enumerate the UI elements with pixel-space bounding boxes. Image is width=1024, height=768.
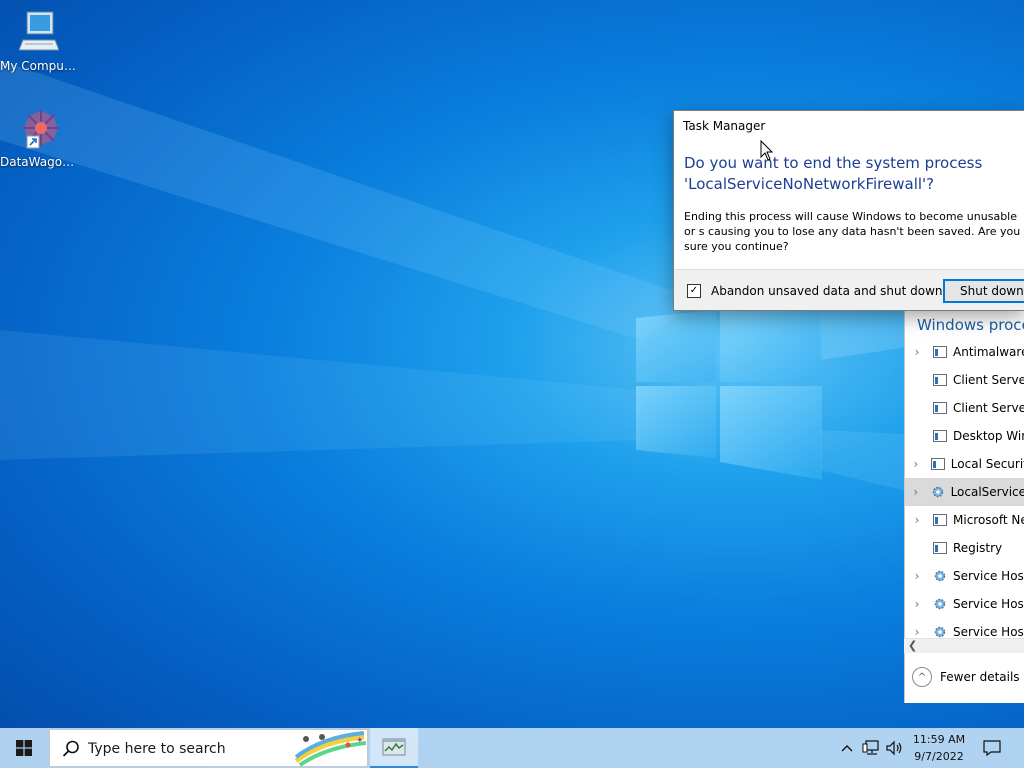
svg-text:✦: ✦ bbox=[356, 736, 364, 746]
process-name: Microsoft Ne bbox=[953, 513, 1024, 527]
process-row[interactable]: › Service Host: bbox=[905, 562, 1024, 590]
chevron-up-icon: ^ bbox=[912, 667, 932, 687]
process-name: Local Security bbox=[950, 457, 1024, 471]
section-title-windows-processes: Windows proce bbox=[917, 316, 1024, 334]
clock-date: 9/7/2022 bbox=[914, 750, 964, 763]
fewer-details-label: Fewer details bbox=[940, 670, 1020, 684]
process-row[interactable]: Registry bbox=[905, 534, 1024, 562]
window-icon bbox=[933, 514, 947, 526]
process-name: Client Server bbox=[953, 373, 1024, 387]
expand-chevron-icon[interactable]: › bbox=[905, 597, 929, 611]
process-row[interactable]: › Microsoft Ne bbox=[905, 506, 1024, 534]
expand-chevron-icon[interactable]: › bbox=[905, 625, 929, 639]
search-placeholder: Type here to search bbox=[88, 741, 226, 757]
expand-chevron-icon[interactable]: › bbox=[905, 345, 929, 359]
taskbar-clock[interactable]: 11:59 AM 9/7/2022 bbox=[905, 731, 973, 765]
process-row[interactable]: › Antimalware bbox=[905, 338, 1024, 366]
taskbar-search-box[interactable]: Type here to search ✦ bbox=[49, 729, 368, 767]
window-icon bbox=[933, 542, 947, 554]
window-icon bbox=[933, 374, 947, 386]
mouse-cursor-icon bbox=[760, 140, 774, 161]
volume-tray-button[interactable] bbox=[884, 728, 906, 768]
task-manager-icon bbox=[382, 738, 406, 756]
desktop-icon-label: DataWagon... bbox=[0, 155, 78, 169]
dialog-footer: ✓ Abandon unsaved data and shut down. Sh… bbox=[674, 269, 1024, 310]
expand-chevron-icon[interactable]: › bbox=[905, 569, 929, 583]
speaker-icon bbox=[886, 740, 902, 756]
gear-icon bbox=[932, 486, 943, 498]
process-name: Desktop Win bbox=[953, 429, 1024, 443]
desktop-icon-datawagon[interactable]: DataWagon... bbox=[0, 106, 78, 169]
taskbar-app-task-manager[interactable] bbox=[370, 728, 418, 768]
gear-icon bbox=[934, 570, 946, 582]
scroll-left-icon[interactable]: ❮ bbox=[908, 639, 917, 652]
process-name: LocalServiceN bbox=[950, 485, 1024, 499]
gear-icon bbox=[934, 598, 946, 610]
windows-start-icon bbox=[16, 740, 32, 756]
computer-icon bbox=[18, 11, 60, 51]
show-hidden-icons-button[interactable] bbox=[838, 728, 856, 768]
taskbar: Type here to search ✦ 11:59 AM 9/7/2022 bbox=[0, 728, 1024, 768]
process-row[interactable]: Desktop Win bbox=[905, 422, 1024, 450]
dialog-title: Task Manager bbox=[683, 119, 766, 133]
abandon-data-checkbox[interactable]: ✓ bbox=[687, 284, 701, 298]
window-icon bbox=[933, 402, 947, 414]
process-name: Antimalware bbox=[953, 345, 1024, 359]
dialog-body-text: Ending this process will cause Windows t… bbox=[684, 210, 1021, 253]
expand-chevron-icon[interactable]: › bbox=[905, 485, 927, 499]
abandon-data-label[interactable]: Abandon unsaved data and shut down. bbox=[711, 284, 946, 298]
search-highlight-illustration-icon: ✦ bbox=[294, 731, 367, 767]
process-row[interactable]: › Local Security bbox=[905, 450, 1024, 478]
dialog-heading: Do you want to end the system process 'L… bbox=[684, 154, 983, 193]
action-center-button[interactable] bbox=[978, 728, 1006, 768]
expand-chevron-icon[interactable]: › bbox=[905, 457, 927, 471]
window-icon bbox=[933, 346, 947, 358]
network-tray-button[interactable] bbox=[860, 728, 882, 768]
clock-time: 11:59 AM bbox=[912, 733, 966, 746]
window-icon bbox=[933, 430, 947, 442]
process-row[interactable]: › Service Host: bbox=[905, 590, 1024, 618]
start-button[interactable] bbox=[0, 728, 48, 768]
process-list: › Antimalware Client Server Client Server De… bbox=[905, 338, 1024, 654]
process-row[interactable]: Client Server bbox=[905, 366, 1024, 394]
process-name: Registry bbox=[953, 541, 1003, 555]
search-icon bbox=[62, 740, 79, 757]
process-row[interactable]: › LocalServiceN bbox=[905, 478, 1024, 506]
process-row[interactable]: Client Server bbox=[905, 394, 1024, 422]
gear-icon bbox=[934, 626, 946, 638]
network-icon bbox=[862, 740, 879, 755]
process-name: Service Host: bbox=[953, 625, 1024, 639]
process-name: Service Host: bbox=[953, 597, 1024, 611]
notification-icon bbox=[983, 740, 1001, 756]
end-process-dialog: Task Manager Do you want to end the syst… bbox=[673, 110, 1024, 311]
process-name: Service Host: bbox=[953, 569, 1024, 583]
shut-down-button[interactable]: Shut down bbox=[943, 279, 1024, 303]
windows-logo-wallpaper bbox=[636, 308, 822, 480]
process-name: Client Server bbox=[953, 401, 1024, 415]
horizontal-scrollbar[interactable]: ❮ bbox=[904, 638, 1024, 653]
desktop-icon-my-computer[interactable]: My Computer bbox=[0, 10, 78, 73]
datawagon-shortcut-icon bbox=[23, 110, 59, 149]
window-icon bbox=[930, 458, 945, 470]
expand-chevron-icon[interactable]: › bbox=[905, 513, 929, 527]
fewer-details-button[interactable]: ^ Fewer details bbox=[912, 667, 1020, 687]
chevron-up-icon bbox=[841, 745, 853, 752]
desktop-icon-label: My Computer bbox=[0, 59, 78, 73]
